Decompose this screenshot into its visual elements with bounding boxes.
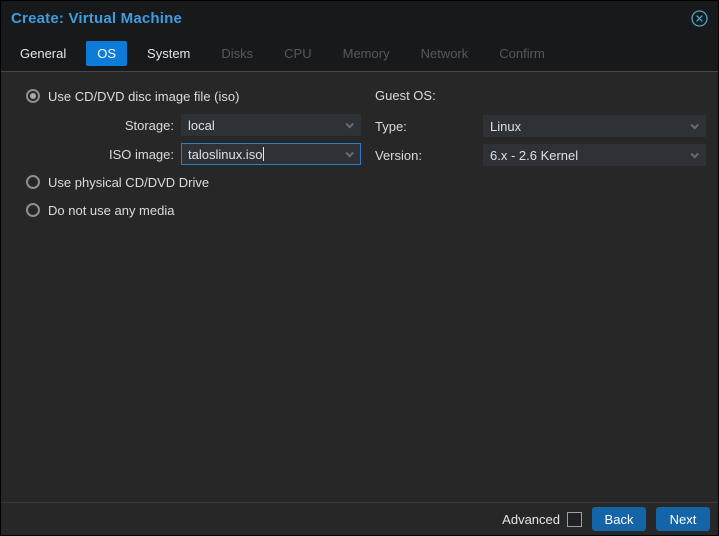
next-button[interactable]: Next [656,507,710,531]
advanced-checkbox[interactable] [567,511,582,527]
advanced-toggle: Advanced [502,511,582,527]
radio-physical-drive-label: Use physical CD/DVD Drive [48,174,210,190]
media-column: Use CD/DVD disc image file (iso) Storage… [13,86,361,228]
dialog-body: Use CD/DVD disc image file (iso) Storage… [1,71,718,535]
radio-no-media[interactable] [26,203,40,217]
type-row: Type: Linux [375,115,706,137]
tab-system[interactable]: System [136,41,201,66]
iso-image-label: ISO image: [108,146,174,162]
guest-os-column: Guest OS: Type: Linux Version: 6.x - 2.6… [375,86,706,228]
tab-os[interactable]: OS [86,40,128,66]
chevron-down-icon[interactable] [345,120,354,129]
chevron-down-icon[interactable] [690,121,699,130]
storage-value: local [188,117,215,133]
create-vm-dialog: Create: Virtual Machine General OS Syste… [0,0,719,536]
storage-select[interactable]: local [181,114,361,136]
dialog-title: Create: Virtual Machine [11,9,183,27]
storage-label: Storage: [124,117,174,133]
guest-os-heading: Guest OS: [375,88,436,103]
tab-memory: Memory [342,45,390,61]
os-form: Use CD/DVD disc image file (iso) Storage… [1,72,718,228]
tab-confirm: Confirm [499,45,545,61]
chevron-down-icon[interactable] [345,149,354,158]
radio-no-media-label: Do not use any media [48,202,175,218]
dialog-footer: Advanced Back Next [1,502,718,535]
radio-row-no-media[interactable]: Do not use any media [13,200,361,220]
type-select[interactable]: Linux [483,115,706,137]
type-value: Linux [490,118,522,134]
version-row: Version: 6.x - 2.6 Kernel [375,144,706,166]
advanced-label: Advanced [502,511,560,527]
close-icon[interactable] [690,9,708,27]
type-label: Type: [375,118,407,134]
text-cursor [263,147,265,161]
wizard-tabbar: General OS System Disks CPU Memory Netwo… [1,35,718,71]
tab-network: Network [420,45,469,61]
storage-row: Storage: local [13,114,361,136]
radio-physical-drive[interactable] [26,175,40,189]
radio-use-iso-label: Use CD/DVD disc image file (iso) [48,88,240,104]
chevron-down-icon[interactable] [690,150,699,159]
iso-image-value: taloslinux.iso [188,146,263,162]
tab-general[interactable]: General [9,41,77,66]
iso-image-combobox[interactable]: taloslinux.iso [181,143,361,165]
radio-row-iso[interactable]: Use CD/DVD disc image file (iso) [13,86,361,106]
version-label: Version: [375,147,422,163]
iso-image-row: ISO image: taloslinux.iso [13,143,361,165]
dialog-header: Create: Virtual Machine [1,1,718,35]
radio-row-physical[interactable]: Use physical CD/DVD Drive [13,172,361,192]
version-value: 6.x - 2.6 Kernel [490,147,579,163]
radio-use-iso[interactable] [26,89,40,103]
back-button[interactable]: Back [592,507,646,531]
tab-cpu: CPU [284,45,312,61]
tab-disks: Disks [221,45,254,61]
version-select[interactable]: 6.x - 2.6 Kernel [483,144,706,166]
